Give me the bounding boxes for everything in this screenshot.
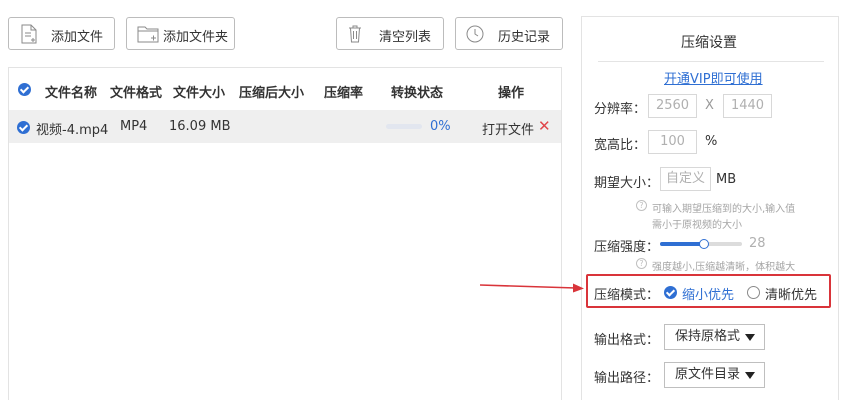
file-list-panel: 文件名称 文件格式 文件大小 压缩后大小 压缩率 转换状态 操作 视频-4.mp… xyxy=(8,67,562,400)
vip-link[interactable]: 开通VIP即可使用 xyxy=(664,68,763,87)
target-size-hint-2: 需小于原视频的大小 xyxy=(652,220,742,231)
strength-slider-track[interactable] xyxy=(660,239,742,249)
aspect-ratio-label: 宽高比： xyxy=(594,138,647,153)
strength-hint: 强度越小,压缩越清晰，体积越大 xyxy=(652,262,796,273)
output-path-select[interactable]: 原文件目录 xyxy=(664,362,765,388)
table-row[interactable]: 视频-4.mp4 MP4 16.09 MB 0% 打开文件 ✕ xyxy=(9,110,561,143)
chevron-down-icon xyxy=(745,334,755,341)
file-format-cell: MP4 xyxy=(120,119,148,134)
strength-slider-thumb[interactable] xyxy=(699,239,710,249)
resolution-height-input[interactable]: 1440 xyxy=(723,94,772,118)
header-conversion-status: 转换状态 xyxy=(391,86,444,101)
title-divider xyxy=(598,61,824,62)
compression-strength-label: 压缩强度： xyxy=(594,240,660,255)
output-format-select[interactable]: 保持原格式 xyxy=(664,324,765,350)
progress-percent: 0% xyxy=(430,119,451,134)
header-file-name: 文件名称 xyxy=(45,86,98,101)
annotation-arrow xyxy=(480,283,584,293)
settings-title: 压缩设置 xyxy=(681,35,737,51)
aspect-ratio-input[interactable]: 100 xyxy=(648,130,697,154)
settings-panel: 压缩设置 开通VIP即可使用 分辨率： 2560 X 1440 宽高比： 100… xyxy=(581,16,839,400)
delete-icon[interactable]: ✕ xyxy=(538,117,551,135)
help-icon: ? xyxy=(636,258,647,269)
clear-list-label: 清空列表 xyxy=(379,30,432,45)
add-folder-label: 添加文件夹 xyxy=(163,30,229,45)
target-size-hint-1: 可输入期望压缩到的大小,输入值 xyxy=(652,204,796,215)
target-size-input[interactable]: 自定义 xyxy=(660,167,711,191)
aspect-ratio-unit: % xyxy=(705,134,718,149)
header-compression-ratio: 压缩率 xyxy=(324,86,364,101)
clear-list-button[interactable]: 清空列表 xyxy=(336,17,444,50)
target-size-label: 期望大小： xyxy=(594,176,660,191)
output-path-label: 输出路径： xyxy=(594,371,660,386)
file-name-cell: 视频-4.mp4 xyxy=(36,123,109,138)
header-compressed-size: 压缩后大小 xyxy=(239,86,305,101)
output-format-value: 保持原格式 xyxy=(675,329,741,344)
chevron-down-icon xyxy=(745,372,755,379)
row-checkbox[interactable] xyxy=(17,121,30,134)
resolution-width-input[interactable]: 2560 xyxy=(648,94,697,118)
help-icon: ? xyxy=(636,200,647,211)
target-size-unit: MB xyxy=(716,172,737,187)
file-size-cell: 16.09 MB xyxy=(169,119,231,134)
output-format-label: 输出格式： xyxy=(594,333,660,348)
highlight-box xyxy=(586,274,831,308)
output-path-value: 原文件目录 xyxy=(675,367,741,382)
add-folder-icon xyxy=(137,26,159,43)
header-actions: 操作 xyxy=(498,86,525,101)
strength-slider-fill xyxy=(660,242,705,246)
progress-bar xyxy=(386,124,422,129)
open-file-link[interactable]: 打开文件 xyxy=(482,119,534,138)
resolution-label: 分辨率： xyxy=(594,102,647,117)
history-button[interactable]: 历史记录 xyxy=(455,17,563,50)
header-file-format: 文件格式 xyxy=(110,86,163,101)
add-file-label: 添加文件 xyxy=(51,30,104,45)
add-folder-button[interactable]: 添加文件夹 xyxy=(126,17,235,50)
add-file-icon xyxy=(21,24,37,44)
resolution-separator: X xyxy=(705,98,714,113)
select-all-checkbox[interactable] xyxy=(18,83,31,96)
strength-value: 28 xyxy=(749,236,766,251)
trash-icon xyxy=(349,25,361,43)
clock-icon xyxy=(466,25,484,43)
add-file-button[interactable]: 添加文件 xyxy=(8,17,115,50)
history-label: 历史记录 xyxy=(498,30,551,45)
header-file-size: 文件大小 xyxy=(173,86,226,101)
